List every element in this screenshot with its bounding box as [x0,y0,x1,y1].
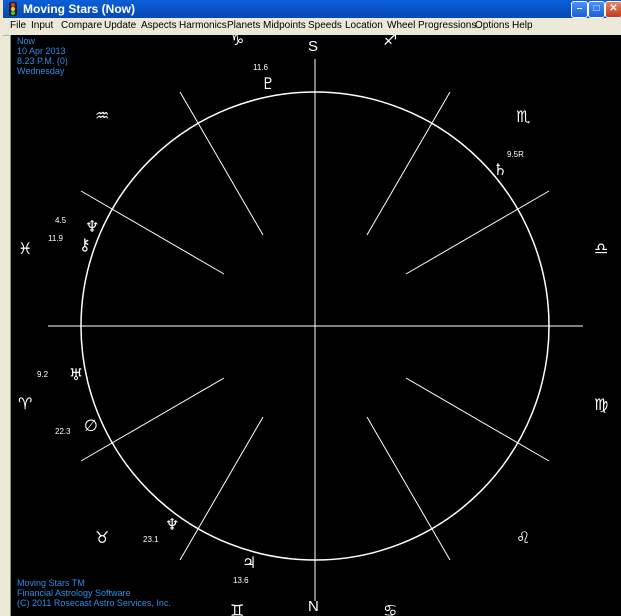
menu-location[interactable]: Location [345,20,383,31]
info-weekday: Wednesday [17,66,65,76]
uranus-degree: 9.2 [37,370,49,379]
menu-help[interactable]: Help [512,20,533,31]
uranus-icon: ♅ [69,365,84,384]
house-cusp-line [405,190,550,275]
traffic-light-icon [9,2,17,16]
house-cusp-line [179,416,264,561]
pluto-icon: ♇ [261,74,276,93]
menu-progressions[interactable]: Progressions [418,20,476,31]
maximize-button[interactable]: □ [588,1,605,18]
jupiter-icon: ♃ [242,553,257,572]
neptune-degree: 4.5 [55,216,67,225]
info-label: Now [17,36,36,46]
info-time: 8.23 P.M. (0) [17,56,68,66]
menu-planets[interactable]: Planets [227,20,260,31]
house-cusp-line [366,416,451,561]
taurus-icon: ♉ [95,528,110,547]
desktop-edge [0,0,11,616]
footer-product: Moving Stars TM [17,578,85,588]
aries-icon: ♈ [18,394,33,413]
house-cusp-line [80,190,225,275]
title-bar[interactable]: Moving Stars (Now) – □ ✕ [3,0,621,18]
neptune2-icon: ♆ [165,515,180,534]
menu-wheel[interactable]: Wheel [387,20,415,31]
menu-options[interactable]: Options [475,20,509,31]
neptune2-degree: 23.1 [143,535,159,544]
pluto-degree: 11.6 [253,63,268,72]
menu-midpoints[interactable]: Midpoints [263,20,306,31]
house-cusp-line [80,377,225,462]
minimize-button[interactable]: – [571,1,588,18]
menu-input[interactable]: Input [31,20,53,31]
menu-aspects[interactable]: Aspects [141,20,177,31]
footer-tagline: Financial Astrology Software [17,588,131,598]
menu-bar: File Input Compare Update Aspects Harmon… [3,18,621,36]
chiron-icon: ⚷ [79,235,91,254]
sagittarius-icon: ♐ [383,35,398,49]
menu-speeds[interactable]: Speeds [308,20,342,31]
scorpio-icon: ♏ [516,107,531,126]
close-button[interactable]: ✕ [605,1,621,18]
neptune-icon: ♆ [85,217,100,236]
pisces-icon: ♓ [18,239,33,258]
menu-compare[interactable]: Compare [61,20,102,31]
libra-icon: ♎ [594,239,609,258]
virgo-icon: ♍ [594,395,609,414]
house-cusp-line [366,91,451,236]
aquarius-icon: ♒ [95,106,110,125]
chiron-degree: 11.9 [48,234,63,243]
menu-update[interactable]: Update [104,20,136,31]
node-degree: 22.3 [55,427,71,436]
cancer-icon: ♋ [383,601,398,616]
menu-file[interactable]: File [10,20,26,31]
astrology-wheel-canvas[interactable]: Now 10 Apr 2013 8.23 P.M. (0) Wednesday … [11,35,621,616]
saturn-degree: 9.5R [507,150,524,159]
gemini-icon: ♊ [230,601,245,616]
house-cusp-line [179,91,264,236]
compass-north: N [308,598,319,615]
node-icon: ∅ [84,416,98,435]
house-cusp-line [405,377,550,462]
compass-south: S [308,38,319,55]
saturn-icon: ♄ [493,160,508,179]
capricorn-icon: ♑ [230,35,245,49]
window-title: Moving Stars (Now) [23,2,136,16]
menu-harmonics[interactable]: Harmonics [179,20,227,31]
leo-icon: ♌ [516,528,531,547]
info-date: 10 Apr 2013 [17,46,66,56]
footer-copyright: (C) 2011 Rosecast Astro Services, Inc. [17,598,171,608]
jupiter-degree: 13.6 [233,576,249,585]
